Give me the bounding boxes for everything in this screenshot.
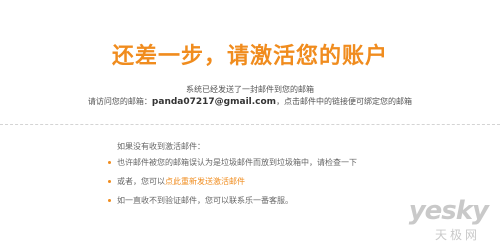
visit-instruction: 请访问您的邮箱：panda07217@gmail.com，点击邮件中的链接便可绑… [0, 96, 500, 107]
watermark-sub: 天极网 [434, 228, 480, 242]
help-tip-text: 如一直收不到验证邮件，您可以联系乐一番客服。 [117, 196, 293, 205]
help-tip-prefix: 或者，您可以 [117, 177, 165, 186]
help-tip: 也许邮件被您的邮箱误认为是垃圾邮件而放到垃圾箱中，请检查一下 [108, 157, 438, 176]
bullet-icon [108, 180, 111, 183]
visit-prefix: 请访问您的邮箱： [87, 97, 152, 106]
visit-suffix: ，点击邮件中的链接便可绑定您的邮箱 [276, 97, 413, 106]
watermark-logo: yesky 天极网 [372, 196, 492, 242]
resend-activation-link[interactable]: 点此重新发送激活邮件 [165, 177, 245, 186]
email-address: panda07217@gmail.com [151, 97, 277, 107]
dashed-divider [0, 124, 500, 125]
page-title: 还差一步，请激活您的账户 [111, 44, 388, 69]
help-title: 如果没有收到激活邮件： [117, 142, 205, 151]
bullet-icon [108, 161, 111, 164]
sent-notice: 系统已经发送了一封邮件到您的邮箱 [186, 85, 314, 94]
help-tip: 或者，您可以点此重新发送激活邮件 [108, 176, 438, 195]
watermark-brand: yesky [408, 196, 489, 226]
bullet-icon [108, 199, 111, 202]
help-tip-text: 也许邮件被您的邮箱误认为是垃圾邮件而放到垃圾箱中，请检查一下 [117, 158, 357, 167]
